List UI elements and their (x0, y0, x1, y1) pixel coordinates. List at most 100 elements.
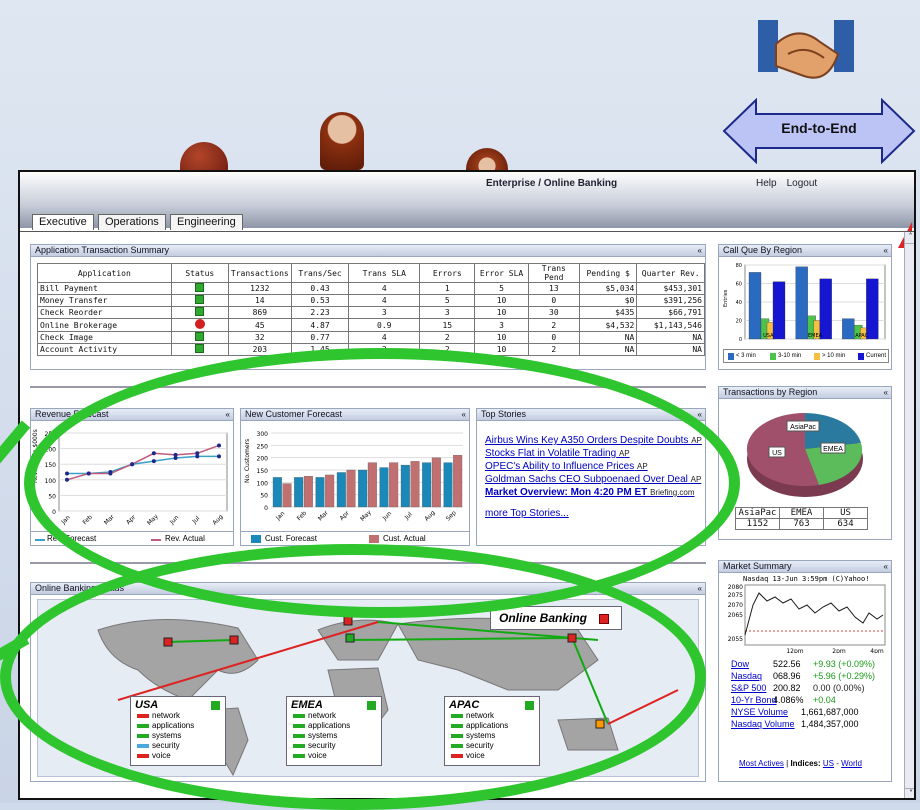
cq-bar (748, 272, 762, 340)
mk-ytick: 2065 (728, 612, 743, 619)
mk-xtick: 4pm (870, 648, 884, 653)
status-red-icon (194, 319, 205, 329)
market-row: 10-Yr Bond 4.086% +0.04 (731, 695, 891, 707)
ats-cell: 0 (527, 331, 580, 344)
tbr-val-emea: 763 (779, 518, 824, 530)
indices-us-link[interactable]: US (823, 759, 834, 768)
end-to-end-label: End-to-End (781, 120, 857, 136)
market-change: +9.93 (+0.09%) (813, 659, 876, 669)
tbr-table: AsiaPac EMEA US 1152 763 634 (735, 507, 868, 530)
ats-row[interactable]: Bill Payment 1232 0.43 4 1 5 13 $5,034 $453,301 (37, 282, 705, 295)
ats-cell: 0.77 (290, 331, 350, 344)
ats-row[interactable]: Money Transfer 14 0.53 4 5 10 0 $0 $391,256 (37, 294, 705, 307)
person-figure-2 (320, 112, 364, 170)
ats-cell: 45 (227, 318, 292, 332)
mk-xtick: 12pm (786, 648, 803, 653)
market-index-link[interactable]: S&P 500 (731, 683, 766, 693)
ats-cell: Account Activity (37, 343, 172, 356)
tab-operations[interactable]: Operations (98, 214, 166, 230)
ats-col-header: Pending $ (578, 263, 638, 283)
ats-row[interactable]: Check Reorder 869 2.23 3 3 10 30 $435 $66,791 (37, 306, 705, 319)
ats-cell: 30 (527, 306, 580, 319)
market-value: 068.96 (773, 671, 801, 681)
collapse-icon[interactable]: « (698, 245, 702, 256)
ats-cell: 0.53 (290, 294, 350, 307)
collapse-icon[interactable]: « (884, 387, 888, 398)
ats-cell: 10 (474, 331, 529, 344)
scrollbar[interactable]: ˄ ˅ (904, 232, 914, 798)
ats-col-header: Application (37, 263, 172, 283)
collapse-icon[interactable]: « (884, 561, 888, 572)
collapse-icon[interactable]: « (884, 245, 888, 256)
ats-cell: 13 (527, 282, 580, 295)
market-index-link[interactable]: Nasdaq (731, 671, 762, 681)
indices-world-link[interactable]: World (841, 759, 862, 768)
cq-legend-label: 3-10 min (778, 353, 802, 359)
ats-table: Application Status Transactions Trans/Sec Tr… (37, 263, 705, 356)
cq-bar (819, 278, 832, 340)
end-to-end-badge: End-to-End (722, 97, 916, 165)
ats-status-cell (170, 282, 229, 295)
ats-cell: 32 (227, 331, 292, 344)
market-index-link[interactable]: Nasdaq Volume (731, 719, 795, 729)
ats-col-header: Transactions (227, 263, 292, 283)
ats-row[interactable]: Check Image 32 0.77 4 2 10 0 NA NA (37, 331, 705, 344)
ats-cell: 0.9 (348, 318, 421, 332)
ats-cell: 5 (474, 282, 529, 295)
tbr-head-asiapac: AsiaPac (735, 507, 780, 519)
cq-xtick: EMEA (808, 333, 823, 339)
ats-cell: 1232 (227, 282, 292, 295)
market-row: Dow 522.56 +9.93 (+0.09%) (731, 659, 891, 671)
market-row: S&P 500 200.82 0.00 (0.00%) (731, 683, 891, 695)
tbr-head-emea: EMEA (779, 507, 824, 519)
market-change: 0.00 (0.00%) (813, 683, 865, 693)
ats-cell: $435 (578, 306, 638, 319)
cq-ylabel: Entries (723, 289, 729, 307)
ats-cell: 4 (348, 282, 421, 295)
ats-cell: $1,143,546 (636, 318, 705, 332)
nasdaq-chart: 20802075 2070 2065 2055 12pm 2pm 4pm (728, 584, 886, 653)
cq-bar (842, 318, 855, 340)
market-index-link[interactable]: NYSE Volume (731, 707, 788, 717)
ats-col-header: Trans SLA (348, 263, 421, 283)
ats-col-header: Trans/Sec (290, 263, 350, 283)
ats-col-header: Trans Pend (527, 263, 580, 283)
handshake-icon (758, 14, 854, 94)
ats-cell: 4.87 (290, 318, 350, 332)
status-green-icon (195, 307, 205, 316)
market-row: NYSE Volume 1,661,687,000 (731, 707, 891, 719)
tbr-val-asiapac: 1152 (735, 518, 780, 530)
ats-cell: 2 (527, 343, 580, 356)
cq-bar (866, 278, 879, 340)
ats-cell: NA (636, 331, 705, 344)
mk-ytick: 2075 (728, 592, 743, 599)
ats-cell: 1 (419, 282, 476, 295)
ats-cell: $66,791 (636, 306, 705, 319)
ats-cell: 0.43 (290, 282, 350, 295)
ats-cell: Bill Payment (37, 282, 172, 295)
ats-col-header: Quarter Rev. (636, 263, 705, 283)
cq-bar (772, 281, 786, 340)
ats-cell: 14 (227, 294, 292, 307)
cq-xtick: APAC (855, 333, 868, 339)
most-actives-link[interactable]: Most Actives (739, 759, 784, 768)
ats-cell: 2.23 (290, 306, 350, 319)
logout-link[interactable]: Logout (787, 178, 818, 189)
ats-row[interactable]: Online Brokerage 45 4.87 0.9 15 3 2 $4,532 $1,14… (37, 318, 705, 332)
market-value: 200.82 (773, 683, 801, 693)
ats-cell: Check Image (37, 331, 172, 344)
ats-cell: 4 (348, 294, 421, 307)
ats-cell: $4,532 (578, 318, 638, 332)
ats-cell: 5 (419, 294, 476, 307)
collapse-icon[interactable]: « (698, 409, 702, 420)
help-link[interactable]: Help (756, 178, 777, 189)
tab-engineering[interactable]: Engineering (170, 214, 243, 230)
mk-ytick: 2055 (728, 636, 743, 643)
tab-executive[interactable]: Executive (32, 214, 94, 230)
market-index-link[interactable]: Dow (731, 659, 749, 669)
ats-cell: NA (636, 343, 705, 356)
ats-cell: 10 (474, 294, 529, 307)
ats-cell: Money Transfer (37, 294, 172, 307)
market-index-link[interactable]: 10-Yr Bond (731, 695, 777, 705)
collapse-icon[interactable]: « (698, 583, 702, 594)
